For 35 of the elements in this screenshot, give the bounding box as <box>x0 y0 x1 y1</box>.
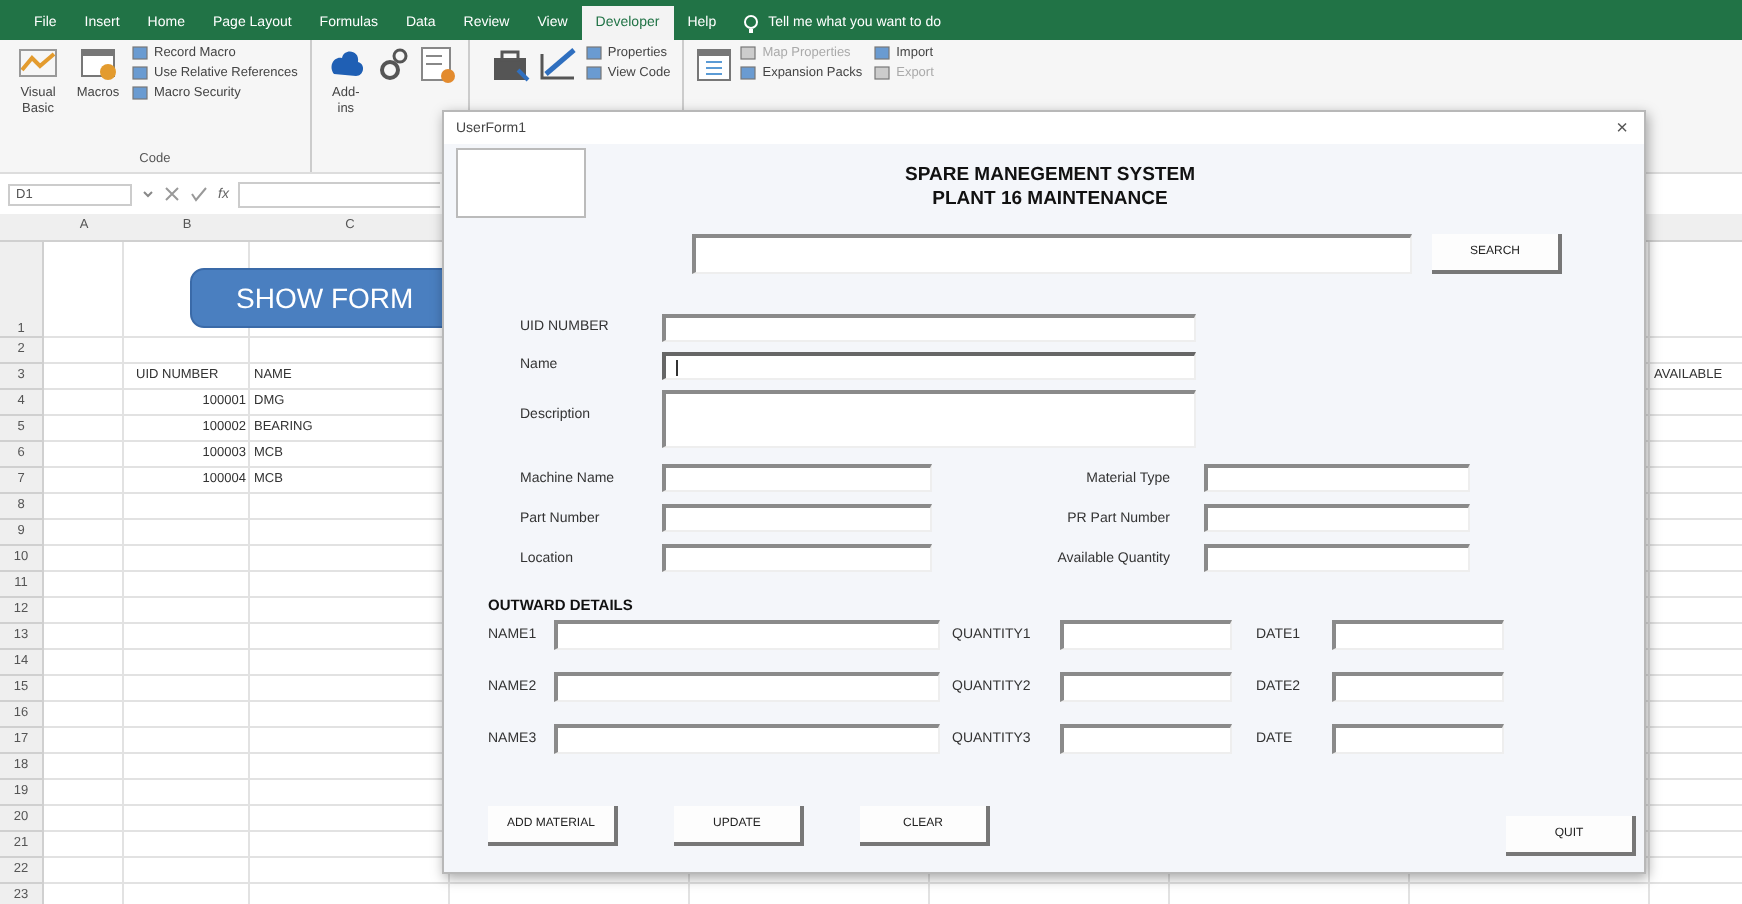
input-field[interactable] <box>1332 724 1504 754</box>
enter-icon <box>190 186 208 202</box>
input-field[interactable] <box>662 504 932 532</box>
input-field[interactable] <box>554 620 940 650</box>
gears-icon <box>375 46 412 82</box>
lightbulb-icon <box>742 13 761 33</box>
input-field[interactable] <box>554 672 940 702</box>
input-field[interactable] <box>662 352 1196 380</box>
image-frame <box>456 148 586 218</box>
input-field[interactable] <box>1060 672 1232 702</box>
table-icon <box>696 46 733 82</box>
macros-icon <box>78 46 118 82</box>
formula-input[interactable] <box>238 181 441 207</box>
list-settings-icon <box>419 46 456 84</box>
input-field[interactable] <box>662 464 932 492</box>
input-field[interactable] <box>1060 620 1232 650</box>
close-button[interactable]: × <box>1616 117 1628 139</box>
dropdown-icon <box>142 190 154 198</box>
input-field[interactable] <box>1204 504 1470 532</box>
text-area[interactable] <box>662 390 1196 448</box>
visual-basic-icon <box>18 46 58 82</box>
input-field[interactable] <box>1060 724 1232 754</box>
input-field[interactable] <box>1332 672 1504 702</box>
form-heading: PLANT 16 MAINTENANCE <box>932 188 1168 212</box>
input-field[interactable] <box>662 544 932 572</box>
toolbox-icon <box>489 46 530 82</box>
search-field[interactable] <box>692 234 1412 274</box>
form-heading: SPARE MANEGEMENT SYSTEM <box>905 164 1195 188</box>
input-field[interactable] <box>1204 544 1470 572</box>
cancel-icon <box>164 186 180 202</box>
input-field[interactable] <box>1204 464 1470 492</box>
input-field[interactable] <box>662 314 1196 342</box>
input-field[interactable] <box>1332 620 1504 650</box>
input-field[interactable] <box>554 724 940 754</box>
ruler-pencil-icon <box>537 46 578 82</box>
